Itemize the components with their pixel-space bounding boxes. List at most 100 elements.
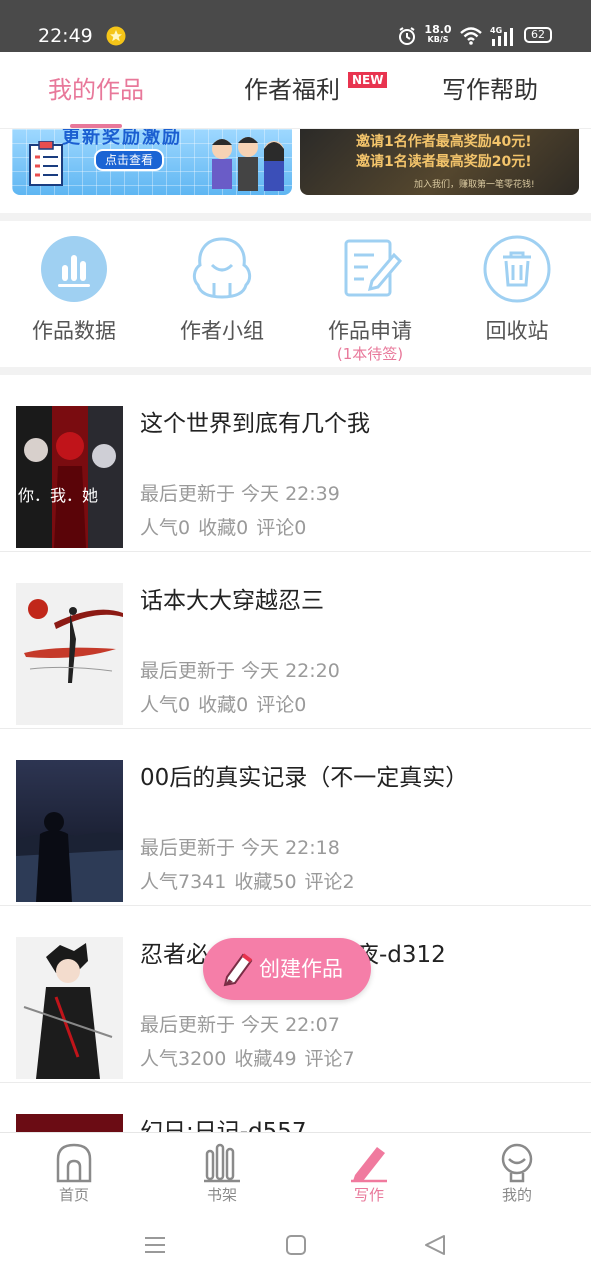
banner-left-title: 更新奖励激励 [62, 129, 182, 148]
pencil-icon [223, 953, 253, 987]
bottom-nav: 首页 书架 写作 我的 [0, 1132, 591, 1214]
battery-icon: 62 [524, 27, 552, 43]
banner-right-line1: 邀请1名作者最高奖励40元! [356, 134, 532, 150]
top-tab-bar: 我的作品 作者福利 NEW 写作帮助 [0, 52, 591, 129]
tab-author-benefits[interactable]: 作者福利 [244, 74, 340, 106]
bar-chart-icon [41, 236, 107, 302]
work-stats: 人气0 收藏0 评论0 [140, 692, 314, 718]
work-stats: 人气0 收藏0 评论0 [140, 515, 314, 541]
profile-icon [501, 1143, 533, 1183]
menu-icon[interactable] [144, 1234, 166, 1256]
work-item[interactable]: 幻日:日记-d557 [0, 1083, 591, 1132]
work-title: 00后的真实记录（不一定真实） [140, 765, 469, 791]
work-popularity: 人气0 [140, 694, 191, 716]
work-cover [16, 1114, 123, 1132]
work-updated-time: 最后更新于 今天 22:20 [140, 660, 340, 682]
cover-art-3 [16, 760, 123, 902]
status-bar: 22:49 18.0 KB/S 4G 62 [0, 0, 591, 52]
work-favorites: 收藏49 [234, 1048, 297, 1070]
work-favorites: 收藏50 [234, 871, 297, 893]
system-nav-bar [0, 1214, 591, 1280]
clipboard-icon [29, 141, 63, 186]
action-work-data[interactable]: 作品数据 [14, 235, 134, 345]
nav-label: 写作 [353, 1186, 384, 1204]
nav-bookshelf[interactable]: 书架 [182, 1141, 262, 1205]
nav-profile[interactable]: 我的 [477, 1141, 557, 1205]
work-favorites: 收藏0 [198, 517, 249, 539]
create-work-button[interactable]: 创建作品 [203, 938, 371, 1000]
home-icon [56, 1143, 92, 1183]
nav-writing[interactable]: 写作 [329, 1141, 409, 1205]
section-divider [0, 367, 591, 375]
nav-label: 首页 [58, 1186, 89, 1204]
work-comments: 评论0 [256, 694, 307, 716]
work-comments: 评论0 [256, 517, 307, 539]
banner-invite-reward[interactable]: 邀请1名作者最高奖励40元! 邀请1名读者最高奖励20元! 加入我们，赚取第一笔… [300, 129, 579, 195]
work-item[interactable]: 你．我．她 这个世界到底有几个我 最后更新于 今天 22:39 人气0 收藏0 评论… [0, 375, 591, 552]
pen-icon [351, 1147, 387, 1183]
new-badge: NEW [348, 72, 388, 88]
work-title-head: 忍者必 [140, 942, 209, 968]
cartoon-people-illustration [212, 137, 284, 191]
banner-right-line3: 加入我们，赚取第一笔零花钱! [414, 180, 535, 190]
signal-icon: 4G [490, 26, 513, 46]
network-type: 4G [490, 26, 502, 35]
work-cover [16, 760, 123, 902]
work-popularity: 人气3200 [140, 1048, 227, 1070]
work-stats: 人气7341 收藏50 评论2 [140, 869, 363, 895]
work-comments: 评论7 [304, 1048, 355, 1070]
create-work-label: 创建作品 [259, 957, 343, 981]
work-favorites: 收藏0 [198, 694, 249, 716]
work-cover [16, 583, 123, 725]
work-popularity: 人气0 [140, 517, 191, 539]
work-stats: 人气3200 收藏49 评论7 [140, 1046, 363, 1072]
section-divider [0, 213, 591, 221]
cover-art-1 [16, 406, 123, 548]
action-label: 作品申请 [328, 319, 412, 343]
nav-label: 我的 [501, 1186, 532, 1204]
alarm-icon [399, 27, 415, 45]
action-author-group[interactable]: 作者小组 [162, 235, 282, 345]
pending-sign-count: (1本待签) [336, 345, 404, 363]
net-speed-unit: KB/S [427, 35, 449, 44]
banner-carousel: 更新奖励激励 点击查看 邀请1名作者最高奖励40元! 邀请1名读者最高奖励20元… [0, 129, 591, 213]
work-updated-time: 最后更新于 今天 22:07 [140, 1014, 340, 1036]
action-work-application[interactable]: 作品申请 (1本待签) [310, 235, 430, 363]
net-speed-value: 18.0 [424, 23, 452, 36]
action-label: 作者小组 [180, 319, 264, 343]
work-title: 这个世界到底有几个我 [140, 411, 370, 437]
bookshelf-icon [204, 1143, 240, 1183]
work-updated-time: 最后更新于 今天 22:18 [140, 837, 340, 859]
nav-home[interactable]: 首页 [34, 1141, 114, 1205]
home-square-icon[interactable] [285, 1234, 307, 1256]
active-tab-indicator [70, 124, 122, 128]
wifi-icon [460, 27, 482, 45]
action-label: 作品数据 [32, 319, 116, 343]
work-updated-time: 最后更新于 今天 22:39 [140, 483, 340, 505]
trash-icon [483, 235, 551, 303]
quick-actions: 作品数据 作者小组 作品申请 (1本待签) 回收站 [0, 221, 591, 367]
back-icon[interactable] [424, 1234, 446, 1256]
group-icon [192, 237, 252, 299]
tab-my-works[interactable]: 我的作品 [48, 74, 144, 106]
work-cover: 你．我．她 [16, 406, 123, 548]
banner-update-reward[interactable]: 更新奖励激励 点击查看 [12, 129, 292, 195]
nav-label: 书架 [206, 1186, 237, 1204]
action-recycle-bin[interactable]: 回收站 [457, 235, 577, 345]
work-popularity: 人气7341 [140, 871, 227, 893]
action-label: 回收站 [485, 319, 549, 343]
work-cover [16, 937, 123, 1079]
work-item[interactable]: 话本大大穿越忍三 最后更新于 今天 22:20 人气0 收藏0 评论0 [0, 552, 591, 729]
cover-art-2 [16, 583, 123, 725]
cover-title-text: 你．我．她 [18, 486, 99, 505]
net-speed: 18.0 KB/S [424, 24, 452, 44]
work-title: 幻日:日记-d557 [140, 1119, 307, 1132]
banner-right-line2: 邀请1名读者最高奖励20元! [356, 154, 532, 170]
work-item[interactable]: 00后的真实记录（不一定真实） 最后更新于 今天 22:18 人气7341 收藏5… [0, 729, 591, 906]
edit-document-icon [344, 239, 403, 297]
work-title: 话本大大穿越忍三 [140, 588, 324, 614]
tab-writing-help[interactable]: 写作帮助 [442, 74, 538, 106]
status-time: 22:49 [38, 25, 93, 47]
banner-view-button[interactable]: 点击查看 [94, 149, 165, 171]
star-icon [106, 26, 126, 46]
